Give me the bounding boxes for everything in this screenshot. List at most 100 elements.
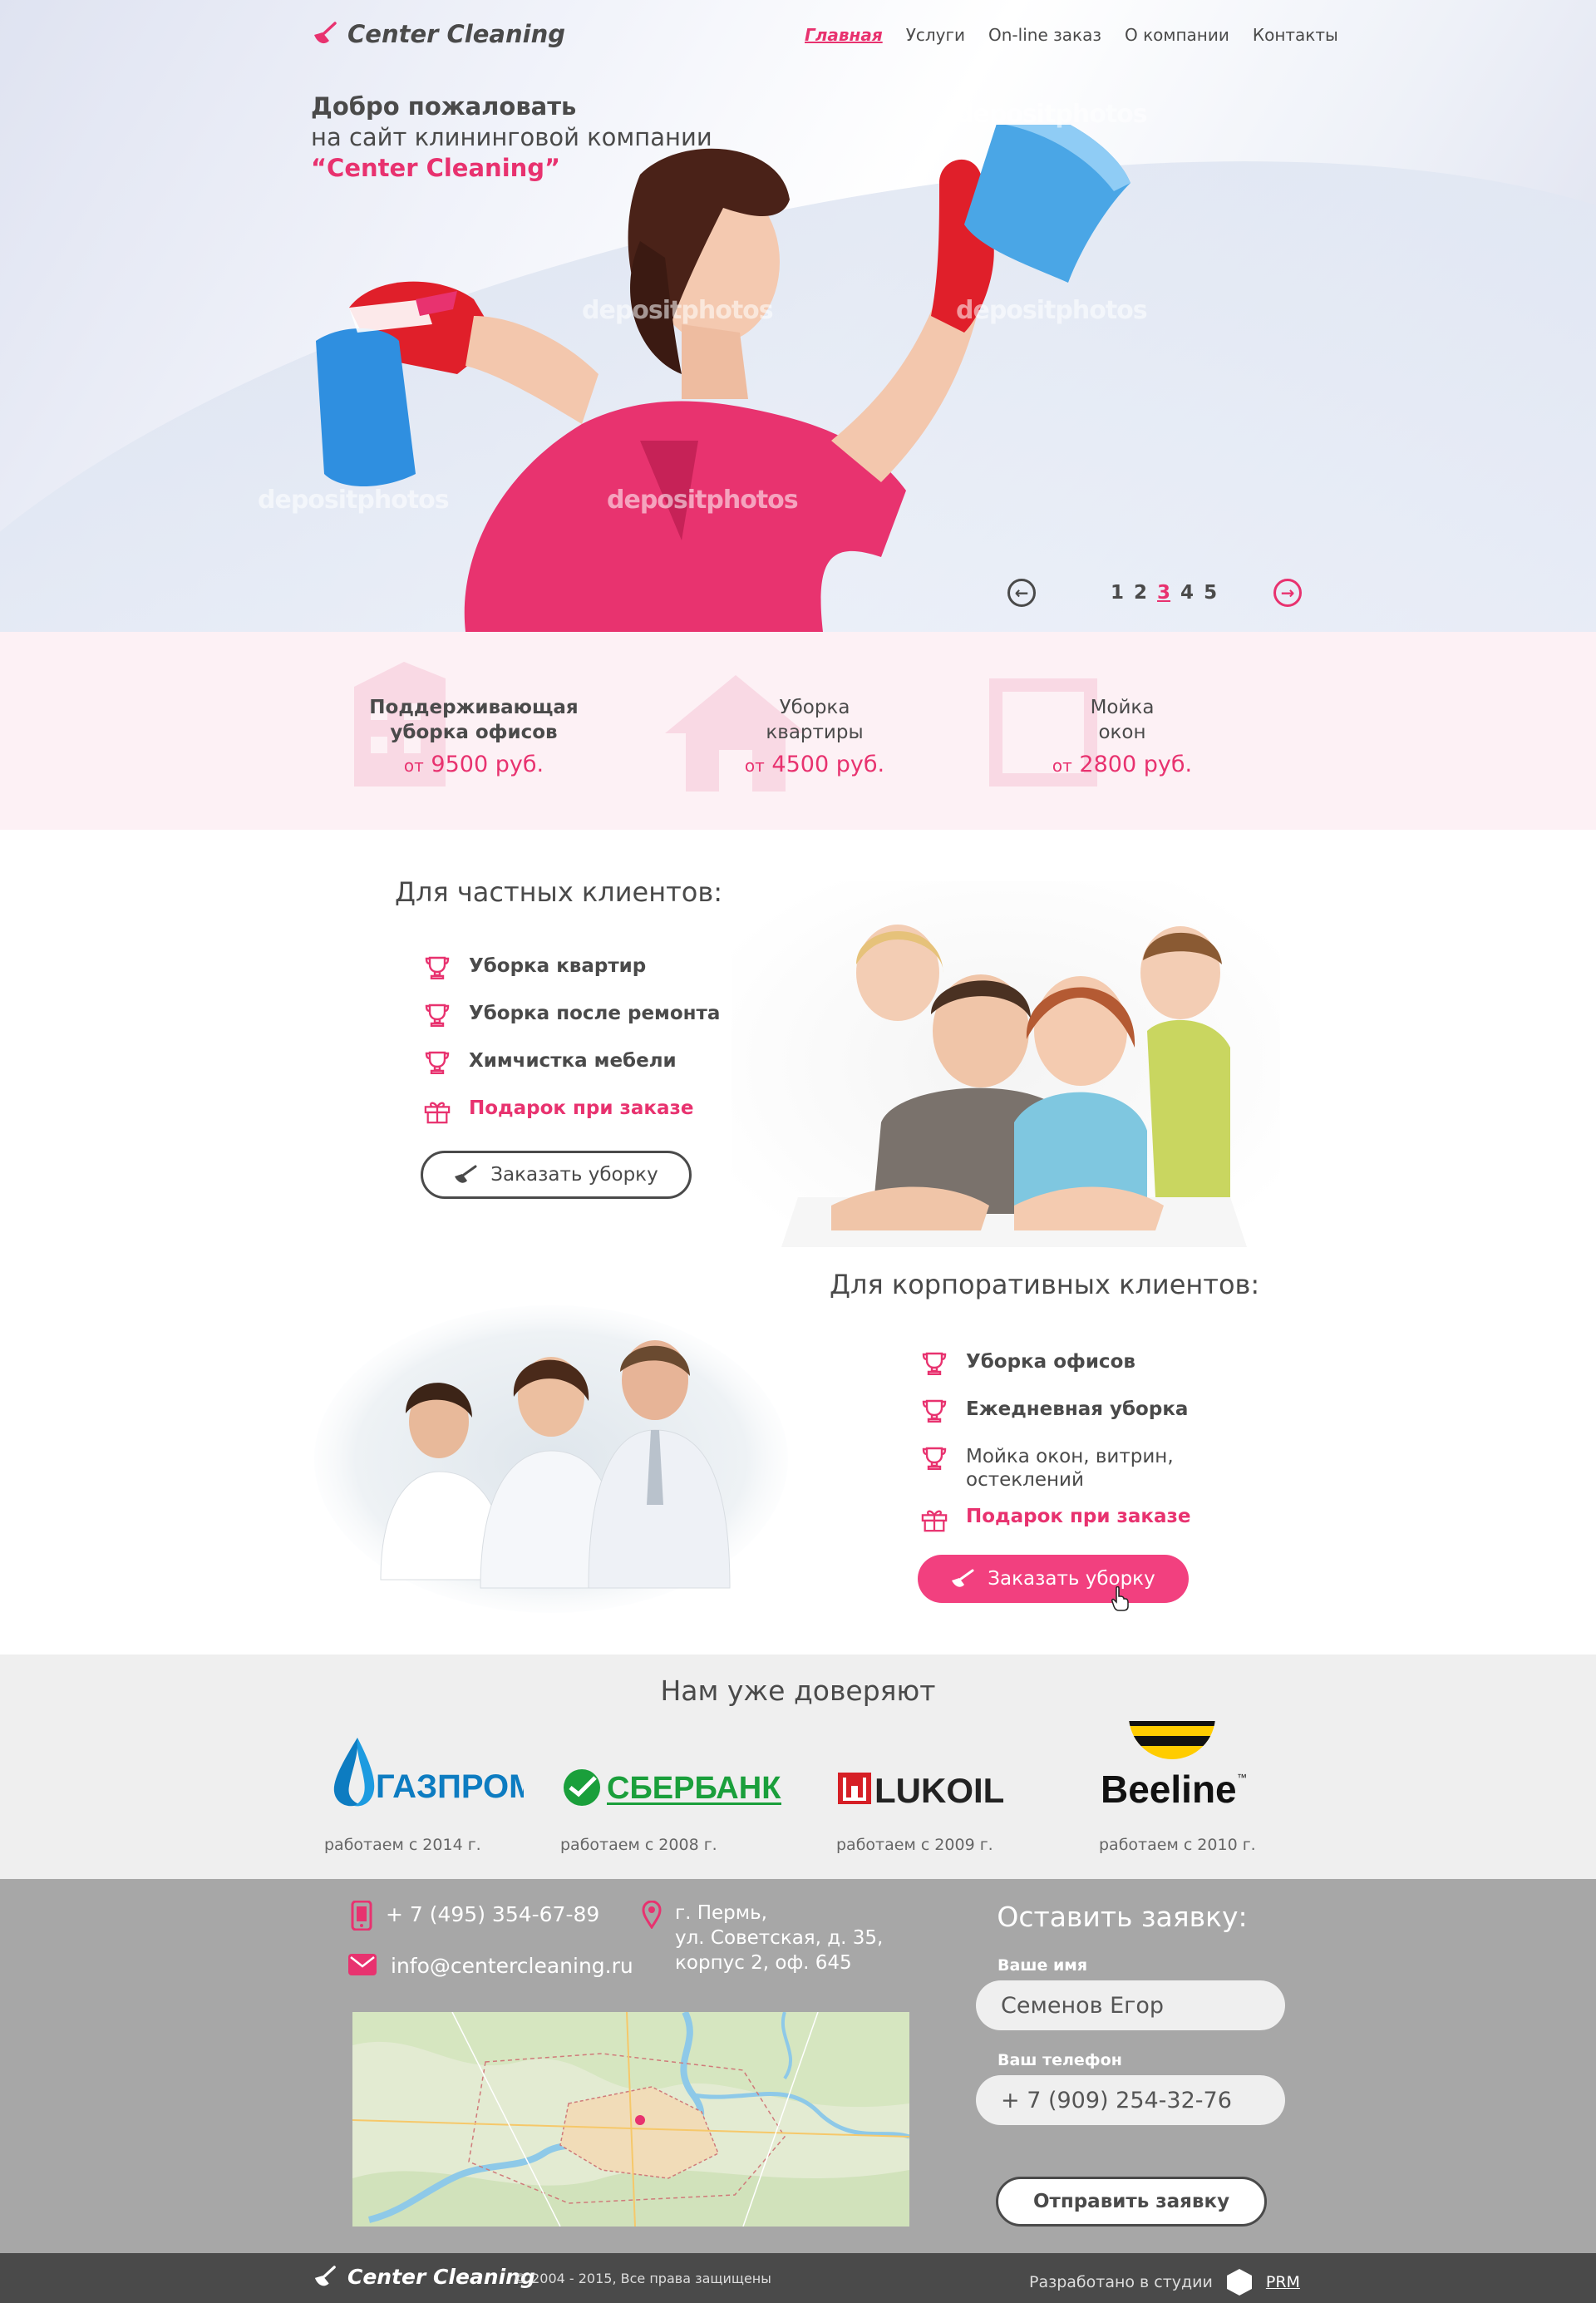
nav-item-online-order[interactable]: On-line заказ — [988, 25, 1101, 45]
email-address: info@centercleaning.ru — [391, 1954, 633, 1978]
location-map[interactable] — [352, 2012, 909, 2227]
phone-icon — [351, 1901, 372, 1931]
arrow-left-icon[interactable]: ← — [1007, 579, 1036, 607]
gazprom-logo-icon: ГАЗПРОМ — [333, 1738, 536, 1807]
header-logo[interactable]: Center Cleaning — [313, 20, 565, 48]
svg-text:LUKOIL: LUKOIL — [874, 1771, 1004, 1810]
watermark: depositphotos — [607, 486, 799, 515]
footer: Center Cleaning © 2004 - 2015, Все права… — [0, 2253, 1596, 2303]
price-card-windows[interactable]: Мойка окон от 2800 руб. — [989, 632, 1247, 830]
brand-since: работаем с 2009 г. — [836, 1836, 993, 1854]
brand-since: работаем с 2014 г. — [324, 1836, 481, 1854]
footer-logo[interactable]: Center Cleaning — [313, 2265, 535, 2289]
welcome-line-1: Добро пожаловать — [311, 92, 577, 121]
service-label: Химчистка мебели — [469, 1050, 677, 1072]
beeline-logo-icon: Beeline ™ — [1101, 1673, 1247, 1811]
nav-item-services[interactable]: Услуги — [906, 25, 965, 45]
gift-item[interactable]: Подарок при заказе — [424, 1097, 720, 1125]
service-label: Уборка офисов — [966, 1351, 1135, 1373]
phone-number: + 7 (495) 354-67-89 — [386, 1902, 600, 1926]
arrow-right-icon[interactable]: → — [1273, 579, 1303, 607]
watermark: depositphotos — [956, 296, 1148, 325]
slider-page-2[interactable]: 2 — [1134, 582, 1147, 604]
lukoil-logo-icon: LUKOIL — [838, 1771, 1004, 1810]
prices-section: Поддерживающая уборка офисов от 9500 руб… — [0, 632, 1596, 830]
logo-text: Center Cleaning — [347, 20, 565, 48]
name-field-label: Ваше имя — [998, 1956, 1088, 1975]
corporate-team-photo — [314, 1305, 788, 1613]
brand-since: работаем с 2010 г. — [1099, 1836, 1256, 1854]
svg-text:™: ™ — [1237, 1772, 1247, 1783]
address-text: г. Пермь, ул. Советская, д. 35, корпус 2… — [675, 1902, 884, 1974]
order-cleaning-button[interactable]: Заказать уборку — [421, 1151, 692, 1199]
watermark: depositphotos — [956, 100, 1148, 129]
logo-text: Center Cleaning — [347, 2265, 535, 2289]
watermark: depositphotos — [582, 296, 774, 325]
hero-section: Center Cleaning Главная Услуги On-line з… — [0, 0, 1596, 632]
service-label: Ежедневная уборка — [966, 1398, 1189, 1420]
list-item: Химчистка мебели — [424, 1049, 720, 1074]
location-pin-icon — [642, 1901, 662, 1929]
studio-link[interactable]: PRM — [1266, 2273, 1300, 2291]
gift-label: Подарок при заказе — [469, 1097, 694, 1119]
price-value: от 2800 руб. — [1052, 752, 1193, 777]
price-card-apartment[interactable]: Уборка квартиры от 4500 руб. — [665, 632, 939, 830]
trophy-icon — [425, 956, 450, 979]
main-nav: Главная Услуги On-line заказ О компании … — [805, 25, 1338, 45]
phone-input[interactable] — [976, 2075, 1285, 2125]
price-title-line-2: квартиры — [766, 722, 864, 743]
trophy-icon — [425, 1051, 450, 1074]
developed-by: Разработано в студии PRM — [1029, 2268, 1300, 2296]
trophy-icon — [922, 1352, 947, 1375]
contact-phone[interactable]: + 7 (495) 354-67-89 — [351, 1901, 599, 1931]
price-card-office[interactable]: Поддерживающая уборка офисов от 9500 руб… — [349, 632, 598, 830]
slider-page-1[interactable]: 1 — [1111, 582, 1124, 604]
slider-page-4[interactable]: 4 — [1180, 582, 1194, 604]
gift-icon — [424, 1102, 451, 1124]
developed-by-text: Разработано в студии — [1029, 2273, 1213, 2291]
broom-icon — [455, 1165, 477, 1183]
mouse-pointer-icon — [1111, 1586, 1129, 1611]
family-photo — [732, 881, 1280, 1247]
order-cleaning-corporate-button[interactable]: Заказать уборку — [918, 1555, 1189, 1603]
list-item: Уборка офисов — [921, 1350, 1191, 1375]
service-label-multiline: Мойка окон, витрин, остеклений — [966, 1446, 1174, 1491]
list-item: Ежедневная уборка — [921, 1398, 1191, 1423]
brand-sberbank: СБЕРБАНК работаем с 2008 г. — [560, 1721, 793, 1854]
broom-icon — [314, 2265, 336, 2286]
trusted-by-section: Нам уже доверяют ГАЗПРОМ работаем с 2014… — [0, 1655, 1596, 1879]
brand-since: работаем с 2008 г. — [560, 1836, 717, 1854]
gift-icon — [921, 1510, 948, 1532]
contact-address: г. Пермь, ул. Советская, д. 35, корпус 2… — [642, 1901, 883, 1975]
name-input[interactable] — [976, 1980, 1285, 2030]
contact-email[interactable]: info@centercleaning.ru — [347, 1952, 633, 1980]
corporate-clients-title: Для корпоративных клиентов: — [830, 1269, 1260, 1300]
price-title-line-1: Мойка — [1090, 697, 1155, 718]
brand-gazprom: ГАЗПРОМ работаем с 2014 г. — [324, 1721, 536, 1854]
broom-icon — [314, 22, 337, 44]
submit-request-button[interactable]: Отправить заявку — [996, 2177, 1267, 2227]
private-services-list: Уборка квартир Уборка после ремонта Химч… — [424, 954, 720, 1125]
gift-item[interactable]: Подарок при заказе — [921, 1505, 1191, 1533]
private-clients-title: Для частных клиентов: — [395, 876, 722, 908]
price-value: от 4500 руб. — [744, 752, 885, 777]
nav-item-contacts[interactable]: Контакты — [1253, 25, 1338, 45]
nav-item-home[interactable]: Главная — [805, 25, 883, 45]
gift-label: Подарок при заказе — [966, 1506, 1191, 1527]
list-item: Уборка после ремонта — [424, 1002, 720, 1027]
mail-icon — [348, 1954, 377, 1975]
service-label: Уборка после ремонта — [469, 1003, 721, 1024]
price-title-line-2: уборка офисов — [390, 722, 558, 743]
hero-woman-image — [316, 125, 1130, 632]
slider-page-5[interactable]: 5 — [1204, 582, 1217, 604]
svg-text:ГАЗПРОМ: ГАЗПРОМ — [376, 1768, 524, 1805]
trusted-by-title: Нам уже доверяют — [660, 1674, 936, 1707]
watermark: depositphotos — [258, 486, 450, 515]
price-title-line-1: Поддерживающая — [369, 697, 579, 718]
broom-icon — [952, 1569, 974, 1587]
list-item: Мойка окон, витрин, остеклений — [921, 1445, 1191, 1492]
hexagon-icon — [1226, 2269, 1252, 2296]
nav-item-about[interactable]: О компании — [1125, 25, 1229, 45]
copyright-text: © 2004 - 2015, Все права защищены — [514, 2271, 771, 2286]
slider-page-3[interactable]: 3 — [1157, 582, 1170, 604]
